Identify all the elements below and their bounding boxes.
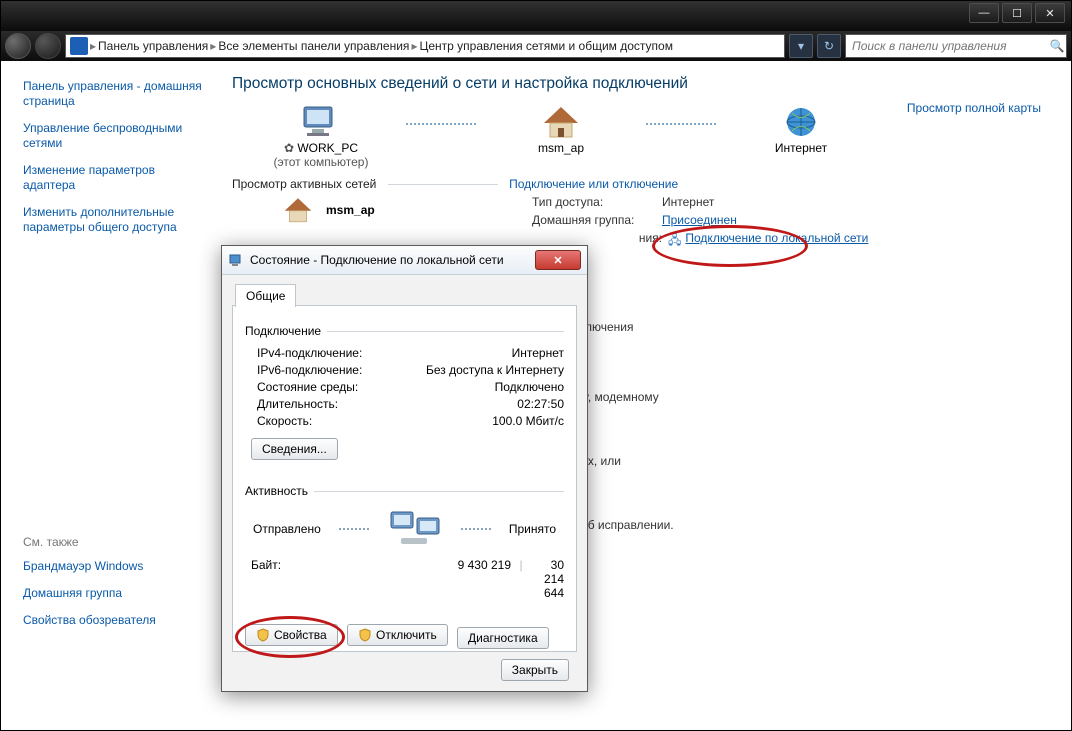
dialog-tab-panel: Общие Подключение IPv4-подключение:Интер… [232, 305, 577, 652]
view-full-map-link[interactable]: Просмотр полной карты [907, 101, 1041, 115]
detail-label: Домашняя группа: [532, 213, 662, 227]
detail-value: Интернет [662, 195, 714, 209]
activity-line [461, 528, 491, 530]
page-title: Просмотр основных сведений о сети и наст… [232, 75, 1055, 93]
kv-value: Подключено [417, 380, 564, 394]
breadcrumb-item[interactable]: Панель управления [98, 39, 208, 53]
local-connection-link[interactable]: Подключение по локальной сети [685, 231, 868, 252]
address-bar[interactable]: ▸ Панель управления ▸ Все элементы панел… [65, 34, 785, 58]
details-button[interactable]: Сведения... [251, 438, 338, 460]
search-box[interactable]: 🔍 [845, 34, 1067, 58]
map-link-line [646, 123, 716, 125]
window-minimize-button[interactable]: — [969, 3, 999, 23]
diagnostics-button[interactable]: Диагностика [457, 627, 549, 649]
nav-back-button[interactable] [5, 33, 31, 59]
kv-label: Состояние среды: [257, 380, 417, 394]
kv-value: 02:27:50 [417, 397, 564, 411]
breadcrumb-item[interactable]: Центр управления сетями и общим доступом [419, 39, 673, 53]
computer-icon [298, 103, 344, 141]
window-maximize-button[interactable]: ☐ [1002, 3, 1032, 23]
network-node-ap[interactable]: msm_ap [496, 103, 626, 155]
bytes-label: Байт: [251, 558, 411, 600]
chevron-right-icon: ▸ [411, 39, 417, 53]
network-adapter-icon [228, 252, 244, 268]
node-label: Интернет [775, 141, 827, 155]
control-panel-icon [70, 37, 88, 55]
map-link-line [406, 123, 476, 125]
sidebar-link-home[interactable]: Панель управления - домашняя страница [23, 79, 204, 109]
history-dropdown-button[interactable]: ▾ [789, 34, 813, 58]
connection-status-dialog: Состояние - Подключение по локальной сет… [221, 245, 588, 692]
kv-value: Без доступа к Интернету [417, 363, 564, 377]
house-icon [280, 195, 316, 225]
node-label: msm_ap [538, 141, 584, 155]
activity-line [339, 528, 369, 530]
active-networks-label: Просмотр активных сетей Подключение или … [232, 177, 1055, 191]
dialog-close-button[interactable]: ✕ [535, 250, 581, 270]
dialog-titlebar[interactable]: Состояние - Подключение по локальной сет… [222, 246, 587, 275]
window-close-button[interactable]: ✕ [1035, 3, 1065, 23]
kv-label: Скорость: [257, 414, 417, 428]
sidebar-link-firewall[interactable]: Брандмауэр Windows [23, 559, 204, 574]
active-network-name: msm_ap [326, 203, 375, 217]
sidebar-link-sharing[interactable]: Изменить дополнительные параметры общего… [23, 205, 204, 235]
sidebar-link-inetopts[interactable]: Свойства обозревателя [23, 613, 204, 628]
connect-disconnect-link[interactable]: Подключение или отключение [509, 177, 678, 191]
active-network-details: Тип доступа:Интернет Домашняя группа:При… [532, 195, 1055, 256]
search-icon: 🔍 [1048, 39, 1066, 53]
kv-label: IPv4-подключение: [257, 346, 417, 360]
dialog-title: Состояние - Подключение по локальной сет… [250, 253, 504, 267]
sidebar: Панель управления - домашняя страница Уп… [1, 61, 216, 730]
homegroup-link[interactable]: Присоединен [662, 213, 737, 227]
dialog-close-bottom-button[interactable]: Закрыть [501, 659, 569, 681]
kv-value: Интернет [417, 346, 564, 360]
two-computers-icon [387, 506, 443, 552]
activity-sent-label: Отправлено [253, 522, 321, 536]
network-node-pc[interactable]: ✿ WORK_PC (этот компьютер) [256, 103, 386, 169]
window-titlebar: — ☐ ✕ [1, 1, 1071, 32]
kv-label: Длительность: [257, 397, 417, 411]
sidebar-link-homegroup[interactable]: Домашняя группа [23, 586, 204, 601]
node-label: ✿ WORK_PC [284, 141, 358, 155]
shield-icon [358, 628, 372, 642]
search-input[interactable] [846, 39, 1048, 53]
group-connection: Подключение [245, 324, 564, 338]
chevron-right-icon: ▸ [210, 39, 216, 53]
network-node-internet[interactable]: Интернет [736, 103, 866, 155]
node-sublabel: (этот компьютер) [274, 155, 369, 169]
nav-forward-button[interactable] [35, 33, 61, 59]
disable-button[interactable]: Отключить [347, 624, 448, 646]
kv-value: 100.0 Мбит/с [417, 414, 564, 428]
house-icon [538, 103, 584, 141]
network-connection-icon: 🖧 [668, 231, 681, 252]
tab-general[interactable]: Общие [235, 284, 296, 307]
bytes-recv: 30 214 644 [531, 558, 564, 600]
sidebar-link-wireless[interactable]: Управление беспроводными сетями [23, 121, 204, 151]
detail-label: Тип доступа: [532, 195, 662, 209]
group-activity: Активность [245, 484, 564, 498]
properties-button[interactable]: Свойства [245, 624, 338, 646]
globe-icon [778, 103, 824, 141]
activity-recv-label: Принято [509, 522, 556, 536]
bytes-sent: 9 430 219 [411, 558, 511, 600]
chevron-right-icon: ▸ [90, 39, 96, 53]
kv-label: IPv6-подключение: [257, 363, 417, 377]
breadcrumb-item[interactable]: Все элементы панели управления [218, 39, 409, 53]
sidebar-link-adapter[interactable]: Изменение параметров адаптера [23, 163, 204, 193]
shield-icon [256, 628, 270, 642]
refresh-button[interactable]: ↻ [817, 34, 841, 58]
see-also-heading: См. также [23, 535, 204, 549]
explorer-nav-bar: ▸ Панель управления ▸ Все элементы панел… [1, 31, 1071, 61]
